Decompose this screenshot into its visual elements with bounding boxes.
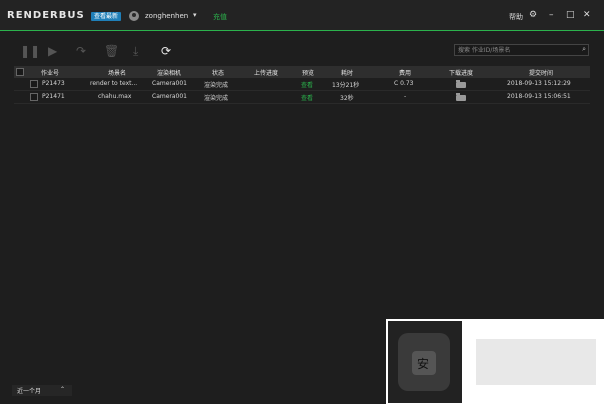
maximize-icon[interactable]: □ — [566, 10, 575, 20]
username-label[interactable]: zonghenhen — [145, 12, 188, 20]
pause-icon[interactable]: ❚❚ — [20, 44, 40, 58]
cell-submit-time: 2018-09-13 15:06:51 — [507, 93, 571, 100]
date-range-select[interactable]: 近一个月 ⌃ — [12, 385, 72, 396]
table-header: 作业号 场景名 渲染相机 状态 上传进度 预览 耗时 费用 下载进度 提交时间 — [14, 66, 590, 78]
select-all-checkbox[interactable] — [16, 68, 24, 76]
cell-camera: Camera001 — [152, 80, 187, 87]
col-cost[interactable]: 费用 — [397, 68, 413, 77]
col-job-id[interactable]: 作业号 — [38, 68, 62, 77]
minimize-icon[interactable]: – — [549, 10, 554, 20]
cell-camera: Camera001 — [152, 93, 187, 100]
app-logo: RENDERBUS — [7, 10, 85, 21]
watermark-logo: 安 — [388, 321, 462, 403]
search-icon[interactable]: ⌕ — [582, 45, 586, 54]
job-table: 作业号 场景名 渲染相机 状态 上传进度 预览 耗时 费用 下载进度 提交时间 … — [14, 66, 590, 104]
refresh-icon[interactable]: ⟳ — [161, 44, 171, 58]
cell-scene: render to text... — [90, 80, 138, 87]
shield-icon: 安 — [398, 333, 450, 391]
cell-scene: chahu.max — [98, 93, 132, 100]
col-submit-time[interactable]: 提交时间 — [526, 68, 556, 77]
search-input[interactable] — [458, 45, 576, 55]
recharge-link[interactable]: 充值 — [213, 12, 227, 22]
cell-cost: - — [404, 93, 407, 100]
cell-status: 渲染完成 — [204, 82, 229, 89]
col-scene[interactable]: 场景名 — [102, 68, 132, 77]
col-camera[interactable]: 渲染相机 — [154, 68, 184, 77]
col-upload[interactable]: 上传进度 — [251, 68, 281, 77]
watermark: 安 — [386, 319, 604, 404]
col-preview[interactable]: 预览 — [300, 68, 316, 77]
close-icon[interactable]: ✕ — [583, 10, 591, 20]
chevron-down-icon[interactable]: ▾ — [193, 11, 197, 19]
cell-cost: C 0.73 — [394, 80, 414, 87]
play-icon[interactable]: ▶ — [48, 44, 57, 58]
col-duration[interactable]: 耗时 — [339, 68, 355, 77]
redo-icon[interactable]: ↷ — [76, 44, 86, 58]
cell-job-id: P21471 — [42, 93, 65, 100]
title-bar: RENDERBUS 查看最新 zonghenhen ▾ 充值 帮助 ⚙ – □ … — [0, 0, 604, 31]
col-download[interactable]: 下载进度 — [446, 68, 476, 77]
download-icon[interactable]: ⤓ — [133, 44, 138, 59]
table-row[interactable]: P21473 render to text... Camera001 渲染完成 … — [14, 78, 590, 91]
search-box[interactable]: ⌕ — [454, 44, 589, 56]
help-link[interactable]: 帮助 — [509, 12, 523, 22]
row-checkbox[interactable] — [30, 93, 38, 101]
cell-job-id: P21473 — [42, 80, 65, 87]
cell-duration: 13分21秒 — [332, 82, 360, 89]
date-range-label: 近一个月 — [17, 388, 42, 395]
folder-icon[interactable] — [456, 93, 466, 101]
avatar[interactable] — [129, 11, 139, 21]
chevron-up-icon: ⌃ — [60, 386, 66, 393]
gear-icon[interactable]: ⚙ — [529, 10, 537, 20]
trash-icon[interactable]: 🗑 — [104, 44, 119, 58]
table-row[interactable]: P21471 chahu.max Camera001 渲染完成 查看 32秒 -… — [14, 91, 590, 104]
folder-icon[interactable] — [456, 80, 466, 88]
news-badge[interactable]: 查看最新 — [91, 12, 122, 21]
col-status[interactable]: 状态 — [210, 68, 226, 77]
watermark-glyph: 安 — [417, 357, 430, 371]
cell-submit-time: 2018-09-13 15:12:29 — [507, 80, 571, 87]
preview-link[interactable]: 查看 — [301, 93, 313, 102]
watermark-text-block — [476, 339, 596, 385]
cell-status: 渲染完成 — [204, 95, 229, 102]
cell-duration: 32秒 — [340, 95, 354, 102]
row-checkbox[interactable] — [30, 80, 38, 88]
preview-link[interactable]: 查看 — [301, 80, 313, 89]
